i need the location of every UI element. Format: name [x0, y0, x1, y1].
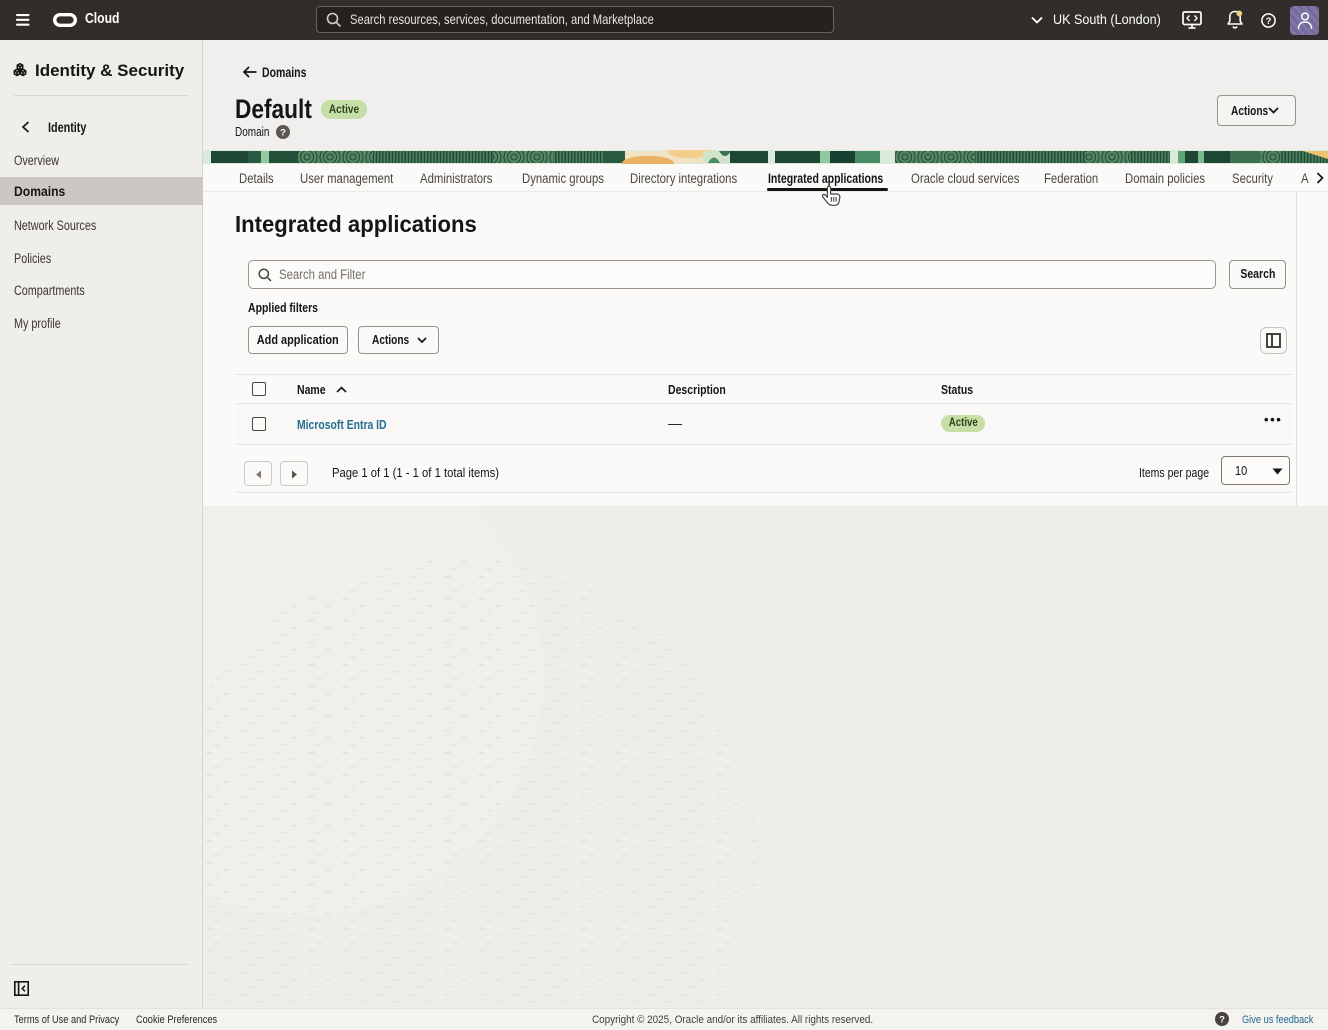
svg-text:?: ? — [1266, 16, 1272, 27]
svg-text:?: ? — [280, 128, 286, 139]
svg-text:?: ? — [1219, 1015, 1225, 1026]
